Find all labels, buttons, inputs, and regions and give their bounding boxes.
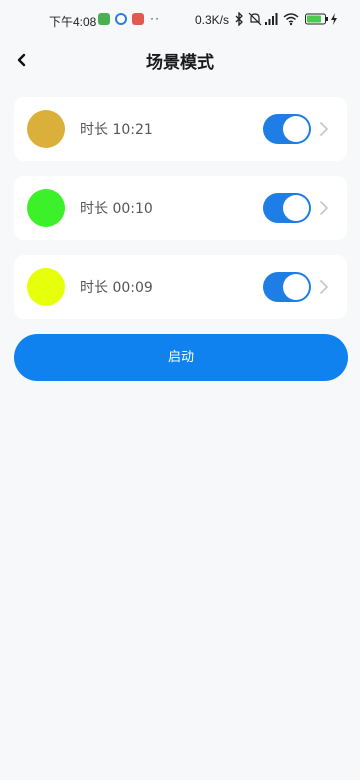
charging-icon [331, 13, 337, 25]
wechat-app-icon [98, 13, 110, 25]
mute-icon [248, 12, 262, 26]
network-speed: 0.3K/s [195, 13, 230, 27]
wifi-icon [283, 13, 299, 26]
scene-color-swatch [27, 110, 65, 148]
scene-card[interactable]: 时长 00:09 [14, 255, 347, 319]
chevron-right-icon[interactable] [319, 279, 329, 295]
scene-duration: 时长 00:09 [80, 280, 153, 296]
chevron-right-icon[interactable] [319, 121, 329, 137]
scene-card[interactable]: 时长 00:10 [14, 176, 347, 240]
battery-icon [305, 13, 328, 25]
scene-duration: 时长 10:21 [80, 122, 153, 138]
scene-toggle[interactable] [263, 193, 311, 223]
toggle-knob [283, 116, 309, 142]
scene-card[interactable]: 时长 10:21 [14, 97, 347, 161]
app-notification-icon [132, 13, 144, 25]
browser-app-icon [115, 13, 127, 25]
bluetooth-icon [235, 12, 243, 26]
page-title: 场景模式 [146, 53, 214, 73]
status-time: 下午4:08 [49, 15, 97, 29]
status-bar: 下午4:08 ·· 0.3K/s [0, 0, 360, 40]
scene-toggle[interactable] [263, 272, 311, 302]
scene-duration: 时长 00:10 [80, 201, 153, 217]
signal-icon [265, 13, 278, 25]
scene-color-swatch [27, 189, 65, 227]
more-notifications-icon: ·· [150, 11, 160, 25]
start-button[interactable]: 启动 [14, 334, 348, 381]
scene-toggle[interactable] [263, 114, 311, 144]
scene-color-swatch [27, 268, 65, 306]
toggle-knob [283, 195, 309, 221]
scene-mode-page: 下午4:08 ·· 0.3K/s 场景模式 时长 10:21 时长 00:10 … [0, 0, 360, 780]
header: 场景模式 [0, 42, 360, 78]
toggle-knob [283, 274, 309, 300]
chevron-right-icon[interactable] [319, 200, 329, 216]
